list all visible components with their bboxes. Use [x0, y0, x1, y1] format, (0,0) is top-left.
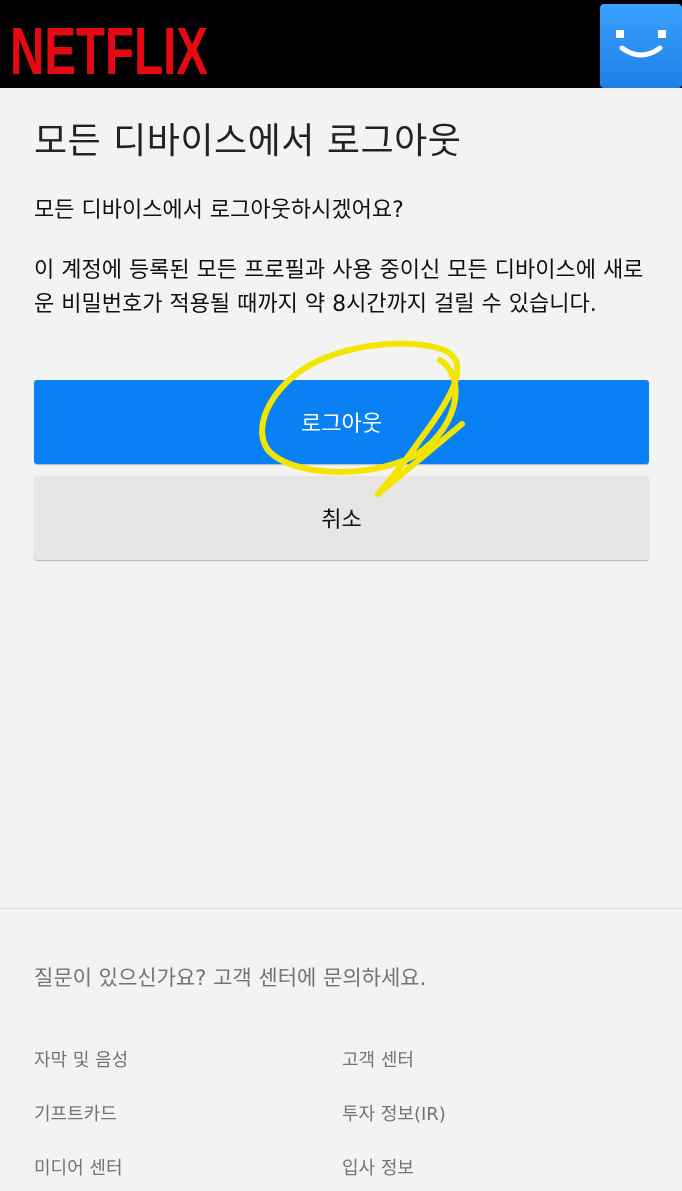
footer-link-help-center[interactable]: 고객 센터 — [342, 1046, 414, 1072]
footer-link-subtitles[interactable]: 자막 및 음성 — [34, 1046, 128, 1072]
svg-text:NETFLIX: NETFLIX — [10, 14, 208, 78]
logout-button[interactable]: 로그아웃 — [34, 380, 649, 464]
footer-divider — [0, 908, 682, 909]
profile-avatar-icon[interactable] — [600, 4, 682, 88]
footer-link-jobs[interactable]: 입사 정보 — [342, 1154, 414, 1180]
description-text: 이 계정에 등록된 모든 프로필과 사용 중이신 모든 디바이스에 새로운 비밀… — [34, 258, 644, 317]
footer-link-investor-relations[interactable]: 투자 정보(IR) — [342, 1100, 446, 1126]
page: NETFLIX 모든 디바이스에서 로그아웃 모든 디바이스에서 로그아웃하시겠… — [0, 0, 682, 1191]
confirm-question: 모든 디바이스에서 로그아웃하시겠어요? — [34, 198, 404, 223]
netflix-logo[interactable]: NETFLIX — [10, 14, 210, 78]
cancel-button[interactable]: 취소 — [34, 476, 649, 560]
footer-contact-text[interactable]: 질문이 있으신가요? 고객 센터에 문의하세요. — [34, 962, 426, 992]
header-bar: NETFLIX — [0, 0, 682, 88]
footer-link-gift-cards[interactable]: 기프트카드 — [34, 1100, 117, 1126]
page-title: 모든 디바이스에서 로그아웃 — [34, 121, 462, 162]
footer-link-media-center[interactable]: 미디어 센터 — [34, 1154, 123, 1180]
